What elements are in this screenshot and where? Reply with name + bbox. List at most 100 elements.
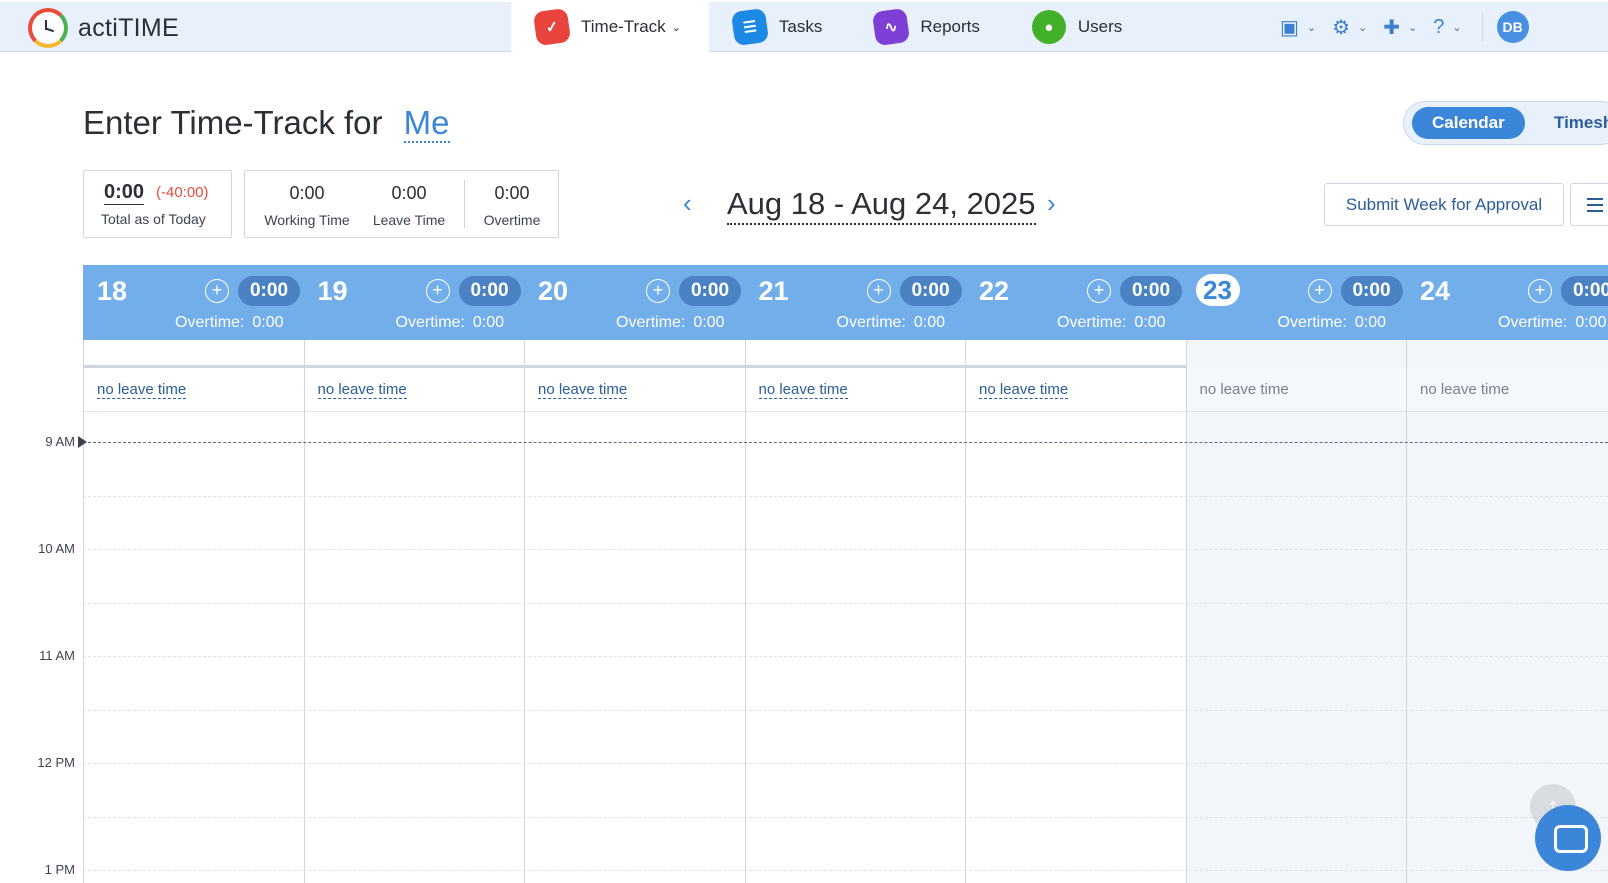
- column-border: [965, 340, 966, 883]
- nav-tasks[interactable]: ☰ Tasks: [709, 2, 850, 52]
- day-header: 18 + 0:00 Overtime: 0:00: [83, 265, 304, 340]
- app-logo[interactable]: actiTIME: [28, 8, 179, 48]
- add-time-icon[interactable]: +: [646, 279, 670, 303]
- submit-week-button[interactable]: Submit Week for Approval: [1324, 183, 1564, 226]
- previous-week-icon[interactable]: ‹: [683, 188, 692, 219]
- page-title-prefix: Enter Time-Track for: [83, 104, 383, 141]
- add-time-icon[interactable]: +: [1087, 279, 1111, 303]
- week-calendar: 18 + 0:00 Overtime: 0:00 no leave time 19…: [37, 265, 1608, 883]
- day-time-grid[interactable]: [303, 412, 525, 883]
- day-time-grid[interactable]: [83, 412, 304, 883]
- calendar-sync-menu[interactable]: ▣ ⌄: [1280, 15, 1316, 40]
- time-summary: 0:00 Working Time 0:00 Leave Time 0:00 O…: [244, 170, 559, 238]
- add-time-icon[interactable]: +: [1528, 279, 1552, 303]
- addons-menu[interactable]: ✚ ⌄: [1383, 15, 1417, 40]
- time-grid-line: [83, 816, 1608, 818]
- leave-time-cell: no leave time: [83, 368, 304, 412]
- user-selector[interactable]: Me: [403, 104, 450, 143]
- leave-time-cell: no leave time: [965, 368, 1186, 412]
- more-options-button[interactable]: [1570, 183, 1608, 226]
- help-menu[interactable]: ? ⌄: [1433, 16, 1461, 39]
- total-as-of-today: 0:00 (-40:00) Total as of Today: [83, 170, 232, 238]
- all-day-strip[interactable]: [524, 340, 745, 368]
- working-time-label: Working Time: [264, 212, 350, 228]
- column-border: [744, 340, 746, 883]
- leave-time-link[interactable]: no leave time: [979, 381, 1069, 399]
- page-title: Enter Time-Track for Me: [83, 104, 450, 143]
- day-number: 18: [97, 276, 128, 306]
- reports-icon: ∿: [872, 7, 911, 47]
- next-week-icon[interactable]: ›: [1047, 188, 1056, 219]
- day-total: 0:00: [1120, 276, 1182, 306]
- day-time-grid[interactable]: [1185, 412, 1406, 883]
- leave-time-link[interactable]: no leave time: [97, 381, 187, 399]
- time-grid-line: [83, 656, 1608, 657]
- day-number: 19: [317, 276, 348, 306]
- total-label: Total as of Today: [101, 211, 206, 227]
- add-time-icon[interactable]: +: [205, 279, 229, 303]
- day-overtime-label: Overtime:: [175, 314, 245, 331]
- nav-tasks-label: Tasks: [778, 17, 823, 36]
- add-time-icon[interactable]: +: [1307, 279, 1332, 303]
- day-overtime: Overtime: 0:00: [837, 314, 945, 332]
- day-overtime-value: 0:00: [913, 314, 945, 331]
- day-header: 22 + 0:00 Overtime: 0:00: [965, 265, 1186, 340]
- add-time-icon[interactable]: +: [425, 279, 450, 303]
- leave-time-cell: no leave time: [1185, 368, 1406, 412]
- chevron-down-icon: ⌄: [1452, 21, 1462, 34]
- day-overtime: Overtime: 0:00: [175, 314, 283, 332]
- day-total: 0:00: [458, 276, 521, 306]
- hour-label: 1 PM: [44, 862, 75, 877]
- day-time-grid[interactable]: [965, 412, 1186, 883]
- all-day-strip[interactable]: [83, 340, 304, 368]
- leave-time-cell: no leave time: [303, 368, 524, 412]
- day-total: 0:00: [1340, 276, 1403, 306]
- user-avatar[interactable]: DB: [1496, 11, 1529, 43]
- nav-reports[interactable]: ∿ Reports: [850, 2, 1008, 52]
- day-overtime-value: 0:00: [1354, 314, 1386, 331]
- day-overtime-label: Overtime:: [1498, 314, 1568, 331]
- hour-label: 11 AM: [39, 648, 75, 663]
- leave-time-link: no leave time: [1420, 381, 1510, 398]
- settings-menu[interactable]: ⚙ ⌄: [1332, 15, 1367, 40]
- nav-reports-label: Reports: [920, 17, 980, 36]
- nav-time-track[interactable]: ✓ Time-Track ⌄: [511, 2, 709, 52]
- leave-time-link[interactable]: no leave time: [758, 381, 848, 399]
- day-overtime-label: Overtime:: [1277, 314, 1347, 331]
- day-number: 20: [538, 276, 569, 306]
- day-overtime-label: Overtime:: [395, 314, 465, 331]
- leave-time-link[interactable]: no leave time: [317, 381, 407, 399]
- week-range[interactable]: Aug 18 - Aug 24, 2025: [727, 186, 1036, 225]
- view-toggle: Calendar Timesh: [1403, 101, 1608, 145]
- nav-users[interactable]: ● Users: [1008, 2, 1150, 52]
- app-name: actiTIME: [78, 13, 180, 42]
- day-overtime: Overtime: 0:00: [1278, 314, 1386, 332]
- chat-support-icon[interactable]: [1535, 805, 1601, 871]
- overtime-value: 0:00: [494, 183, 530, 203]
- main-nav: ✓ Time-Track ⌄ ☰ Tasks ∿ Reports ● Users: [511, 2, 1150, 52]
- day-time-grid[interactable]: [524, 412, 745, 883]
- current-time-line: [83, 442, 1608, 443]
- day-header: 23 + 0:00 Overtime: 0:00: [1185, 265, 1406, 340]
- timesheet-view-button[interactable]: Timesh: [1534, 107, 1608, 139]
- day-total: 0:00: [679, 276, 741, 306]
- calendar-view-button[interactable]: Calendar: [1412, 107, 1525, 139]
- day-overtime: Overtime: 0:00: [1057, 314, 1165, 332]
- day-overtime: Overtime: 0:00: [1498, 314, 1606, 332]
- all-day-strip[interactable]: [744, 340, 965, 368]
- puzzle-icon: ✚: [1383, 16, 1401, 39]
- all-day-strip[interactable]: [303, 340, 524, 368]
- chevron-down-icon: ⌄: [671, 21, 681, 34]
- day-overtime-value: 0:00: [1134, 314, 1166, 331]
- day-number: 21: [758, 276, 789, 306]
- toolbar: ▣ ⌄ ⚙ ⌄ ✚ ⌄ ? ⌄ DB: [1280, 10, 1529, 44]
- all-day-strip[interactable]: [965, 340, 1186, 368]
- day-time-grid[interactable]: [744, 412, 966, 883]
- leave-time-link[interactable]: no leave time: [538, 381, 628, 399]
- all-day-strip[interactable]: [1185, 340, 1406, 368]
- total-value[interactable]: 0:00: [104, 181, 145, 205]
- time-grid-line: [83, 870, 1608, 871]
- working-time-cell: 0:00 Working Time: [257, 171, 357, 237]
- add-time-icon[interactable]: +: [866, 279, 891, 303]
- all-day-strip[interactable]: [1406, 340, 1608, 368]
